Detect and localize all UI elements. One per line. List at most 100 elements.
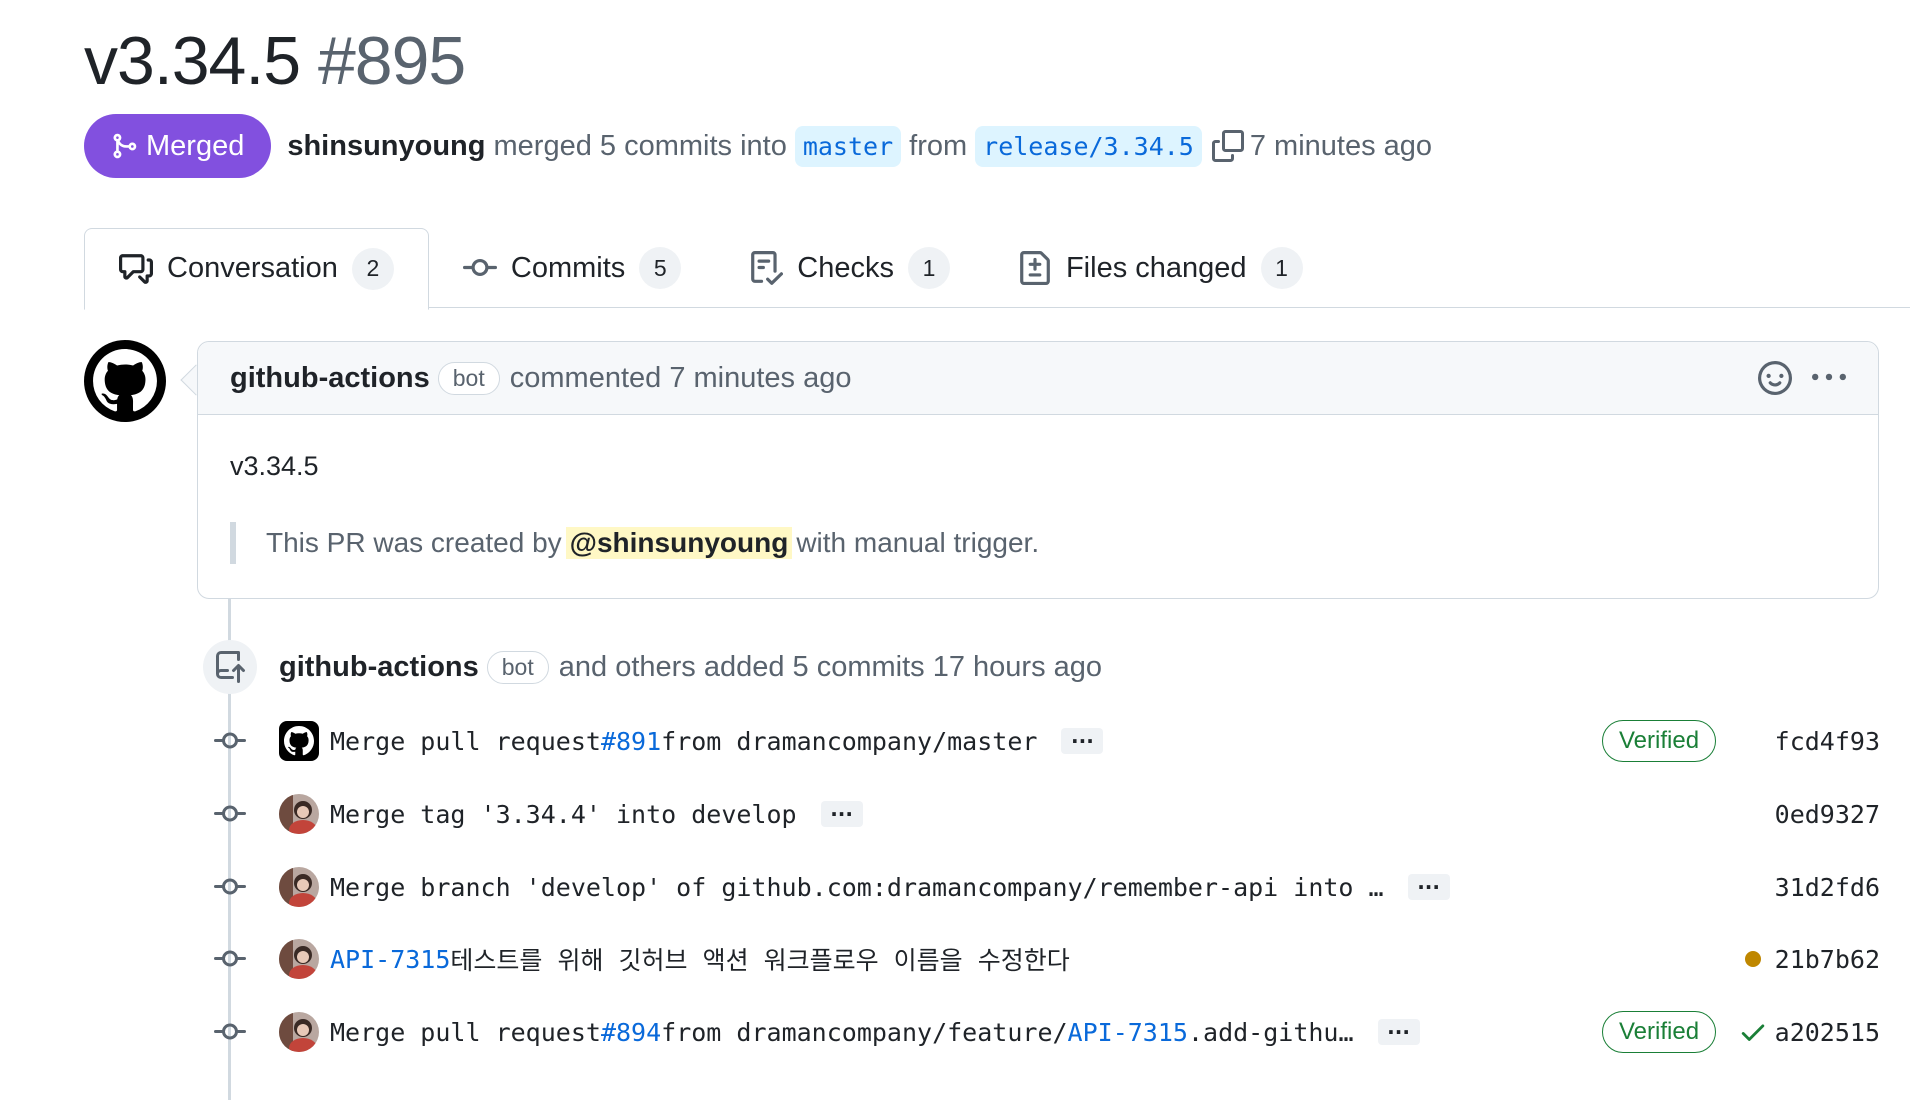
kebab-horizontal-icon[interactable]	[1812, 361, 1846, 395]
repo-push-icon	[216, 651, 245, 683]
user-mention-link[interactable]: @shinsunyoung	[565, 527, 793, 559]
git-commit-icon	[214, 805, 246, 822]
git-merge-icon	[113, 133, 137, 159]
expand-commit-button[interactable]: ···	[820, 801, 863, 827]
commit-message-text[interactable]: from dramancompany/feature/	[661, 1018, 1067, 1047]
bot-label: bot	[437, 361, 500, 395]
git-commit-icon	[214, 732, 246, 749]
commit-sha-link[interactable]: fcd4f93	[1775, 727, 1880, 756]
git-commit-icon	[462, 258, 497, 276]
quote-prefix: This PR was created by	[266, 527, 562, 558]
base-branch-link[interactable]: master	[794, 125, 902, 167]
commits-event-header: github-actions bot and others added 5 co…	[279, 640, 1102, 694]
comment-version-text: v3.34.5	[230, 451, 319, 481]
pr-status-row: Merged shinsunyoung merged 5 commits int…	[84, 114, 1432, 178]
commit-row: Merge branch 'develop' of github.com:dra…	[0, 860, 1910, 914]
checklist-icon	[751, 251, 784, 285]
smiley-icon[interactable]	[1758, 361, 1792, 395]
pr-link[interactable]: #891	[601, 727, 661, 756]
pr-tabs: Conversation 2 Commits 5 Checks 1 Files …	[84, 228, 1910, 310]
tab-checks-label: Checks	[797, 251, 894, 284]
expand-commit-button[interactable]: ···	[1377, 1019, 1420, 1045]
github-mark-icon	[284, 726, 314, 756]
commit-message: Merge pull request #891 from dramancompa…	[330, 727, 1104, 756]
verified-badge[interactable]: Verified	[1602, 720, 1717, 762]
tab-checks-count: 1	[907, 247, 950, 289]
user-photo-icon	[279, 867, 319, 907]
commit-sha-link[interactable]: 0ed9327	[1775, 800, 1880, 829]
tab-conversation[interactable]: Conversation 2	[84, 228, 429, 310]
comment-header: github-actions bot commented 7 minutes a…	[198, 342, 1878, 415]
tab-conversation-label: Conversation	[167, 252, 338, 285]
quote-suffix: with manual trigger.	[796, 527, 1040, 558]
user-photo-icon	[279, 1012, 319, 1052]
jira-issue-link[interactable]: API-7315	[330, 945, 450, 974]
pr-author-link[interactable]: shinsunyoung	[287, 130, 485, 163]
github-actions-avatar[interactable]	[84, 340, 166, 422]
github-mark-icon	[93, 349, 157, 412]
comment-blockquote: This PR was created by @shinsunyoung wit…	[230, 522, 1846, 564]
commit-sha-link[interactable]: 31d2fd6	[1775, 873, 1880, 902]
copy-icon[interactable]	[1211, 130, 1244, 162]
commit-message-text[interactable]: 테스트를 위해 깃허브 액션 워크플로우 이름을 수정한다	[450, 941, 1069, 977]
pr-link[interactable]: #894	[601, 1018, 661, 1047]
commit-message-text[interactable]: Merge pull request	[330, 727, 601, 756]
comment-meta[interactable]: commented 7 minutes ago	[510, 362, 852, 395]
comment-body: v3.34.5 This PR was created by @shinsuny…	[198, 415, 1878, 564]
tab-commits[interactable]: Commits 5	[429, 228, 715, 308]
github-avatar[interactable]	[279, 721, 319, 761]
verified-badge[interactable]: Verified	[1602, 1011, 1717, 1053]
tab-commits-label: Commits	[510, 251, 626, 284]
git-commit-icon	[214, 1023, 246, 1040]
commit-row: Merge pull request #894 from dramancompa…	[0, 1005, 1910, 1059]
commit-row: API-7315 테스트를 위해 깃허브 액션 워크플로우 이름을 수정한다 2…	[0, 932, 1910, 986]
git-commit-icon	[214, 950, 246, 967]
pending-status-dot[interactable]	[1745, 951, 1761, 967]
pr-description-comment: github-actions bot commented 7 minutes a…	[197, 341, 1879, 599]
commits-event-text: and others added 5 commits 17 hours ago	[558, 650, 1103, 683]
check-icon[interactable]	[1738, 1017, 1768, 1047]
git-commit-icon	[214, 878, 246, 895]
tab-conversation-count: 2	[351, 247, 394, 290]
user-avatar[interactable]	[279, 794, 319, 834]
user-photo-icon	[279, 794, 319, 834]
user-avatar[interactable]	[279, 939, 319, 979]
pr-number: #895	[317, 23, 466, 99]
commit-message-text[interactable]: Merge branch 'develop' of github.com:dra…	[330, 873, 1384, 902]
merge-time: 7 minutes ago	[1249, 129, 1433, 162]
from-text: from	[909, 129, 968, 162]
commit-message: Merge branch 'develop' of github.com:dra…	[330, 873, 1450, 902]
commit-message-text[interactable]: Merge tag '3.34.4' into develop	[330, 800, 797, 829]
commit-message-text[interactable]: from dramancompany/master	[661, 727, 1037, 756]
jira-issue-link[interactable]: API-7315	[1068, 1018, 1188, 1047]
tab-files-changed[interactable]: Files changed 1	[984, 228, 1337, 308]
comment-actions	[1758, 361, 1846, 395]
comment-author-link[interactable]: github-actions	[230, 362, 430, 395]
commit-sha-link[interactable]: 21b7b62	[1775, 945, 1880, 974]
commit-message-text[interactable]: Merge pull request	[330, 1018, 601, 1047]
expand-commit-button[interactable]: ···	[1061, 728, 1104, 754]
tab-checks[interactable]: Checks 1	[715, 228, 984, 308]
commit-message: Merge tag '3.34.4' into develop ···	[330, 800, 863, 829]
merged-status-badge: Merged	[84, 114, 272, 178]
commits-author-link[interactable]: github-actions	[279, 651, 479, 684]
head-branch-link[interactable]: release/3.34.5	[975, 125, 1202, 167]
user-avatar[interactable]	[279, 1012, 319, 1052]
commit-message-text[interactable]: .add-githu…	[1188, 1018, 1354, 1047]
user-photo-icon	[279, 939, 319, 979]
comment-discussion-icon	[119, 253, 153, 284]
commit-sha-link[interactable]: a202515	[1775, 1018, 1880, 1047]
user-avatar[interactable]	[279, 867, 319, 907]
commit-message: Merge pull request #894 from dramancompa…	[330, 1018, 1420, 1047]
commit-row: Merge tag '3.34.4' into develop ··· 0ed9…	[0, 787, 1910, 841]
tab-commits-count: 5	[639, 247, 682, 289]
commit-row: Merge pull request #891 from dramancompa…	[0, 714, 1910, 768]
bot-label: bot	[486, 650, 549, 684]
expand-commit-button[interactable]: ···	[1407, 874, 1450, 900]
tab-files-changed-count: 1	[1260, 247, 1303, 289]
commit-message: API-7315 테스트를 위해 깃허브 액션 워크플로우 이름을 수정한다	[330, 941, 1070, 977]
merged-label: Merged	[146, 129, 245, 162]
merge-action-text: merged 5 commits into	[493, 129, 787, 162]
tab-files-changed-label: Files changed	[1065, 251, 1247, 284]
repo-push-badge	[203, 640, 257, 694]
